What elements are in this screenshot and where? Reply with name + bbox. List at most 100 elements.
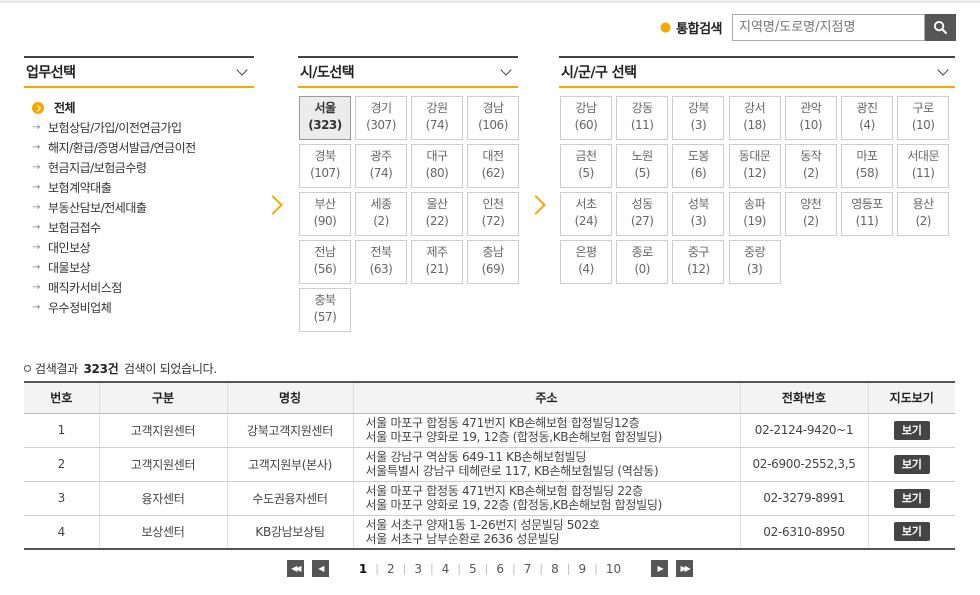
- business-item[interactable]: → 우수정비업체: [32, 298, 254, 318]
- sido-name: 전북: [370, 245, 392, 259]
- sigungu-cell[interactable]: 강북 (3): [672, 96, 725, 140]
- sido-count: (63): [369, 262, 393, 276]
- next-page-button[interactable]: ▶: [651, 560, 669, 577]
- sido-cell[interactable]: 경북 (107): [299, 144, 351, 188]
- sigungu-name: 동대문: [738, 149, 771, 163]
- sido-cell[interactable]: 대구 (80): [411, 144, 463, 188]
- sigungu-cell[interactable]: 금천 (5): [560, 144, 612, 188]
- sigungu-cell[interactable]: 노원 (5): [616, 144, 669, 188]
- sido-count: (69): [481, 262, 505, 276]
- sigungu-cell[interactable]: 동작 (2): [784, 144, 837, 188]
- sido-cell[interactable]: 경기 (307): [355, 96, 407, 140]
- sido-count: (107): [310, 166, 340, 180]
- sigungu-cell[interactable]: 송파 (19): [728, 192, 781, 236]
- sido-name: 경기: [370, 101, 392, 115]
- search-input[interactable]: [732, 14, 925, 41]
- page-link[interactable]: 3: [410, 562, 426, 576]
- page-link[interactable]: 1: [355, 562, 371, 576]
- last-page-button[interactable]: ▶▶: [676, 560, 694, 577]
- cell-name: 고객지원부(본사): [226, 447, 353, 482]
- page-link[interactable]: 4: [438, 562, 454, 576]
- sigungu-count: (10): [911, 118, 935, 132]
- business-item[interactable]: → 보험상담/가입/이전연금가입: [32, 118, 254, 138]
- bullet-icon: ●: [659, 20, 672, 35]
- sigungu-cell[interactable]: 관악 (10): [784, 96, 837, 140]
- business-item[interactable]: → 보험계약대출: [32, 178, 254, 198]
- view-map-button[interactable]: 보기: [893, 454, 930, 474]
- prev-page-button[interactable]: ◀: [311, 560, 329, 577]
- sido-cell[interactable]: 인천 (72): [467, 192, 519, 236]
- sigungu-cell[interactable]: 구로 (10): [897, 96, 950, 140]
- business-item[interactable]: → 매직카서비스점: [32, 278, 254, 298]
- page-link[interactable]: 5: [465, 562, 481, 576]
- sigungu-cell[interactable]: 종로 (0): [616, 240, 669, 284]
- sigungu-cell[interactable]: 동대문 (12): [728, 144, 781, 188]
- business-item[interactable]: → 해지/환급/증명서발급/연금이전: [32, 138, 254, 158]
- first-page-button[interactable]: ◀◀: [286, 560, 304, 577]
- business-item-label: 보험상담/가입/이전연금가입: [48, 121, 182, 135]
- sido-cell[interactable]: 경남 (106): [467, 96, 519, 140]
- page-link[interactable]: 7: [520, 562, 536, 576]
- sigungu-count: (19): [743, 214, 766, 228]
- column-header: 지도보기: [867, 381, 955, 414]
- sigungu-name: 용산: [912, 197, 935, 211]
- business-item[interactable]: → 대물보상: [32, 258, 254, 278]
- sido-cell[interactable]: 제주 (21): [411, 240, 463, 284]
- business-item[interactable]: → 대인보상: [32, 238, 254, 258]
- business-item[interactable]: → 부동산담보/전세대출: [32, 198, 254, 218]
- sido-panel: 시/도선택 서울 (323) 경기 (307) 강원 (74) 경남 (106) 경북 (107)…: [298, 56, 519, 336]
- sido-cell[interactable]: 강원 (74): [411, 96, 463, 140]
- sido-cell[interactable]: 부산 (90): [299, 192, 351, 236]
- sigungu-count: (3): [690, 214, 707, 228]
- sigungu-cell[interactable]: 도봉 (6): [672, 144, 725, 188]
- page-link[interactable]: 6: [492, 562, 508, 576]
- sigungu-cell[interactable]: 강서 (18): [728, 96, 781, 140]
- sigungu-cell[interactable]: 용산 (2): [897, 192, 950, 236]
- sido-cell[interactable]: 울산 (22): [411, 192, 463, 236]
- sigungu-select-header[interactable]: 시/군/구 선택: [559, 56, 955, 88]
- sigungu-cell[interactable]: 중구 (12): [672, 240, 725, 284]
- sigungu-count: (60): [574, 118, 598, 132]
- business-item[interactable]: 전체: [32, 98, 254, 118]
- address-road: 서울특별시 강남구 테헤란로 117, KB손해보험빌딩 (역삼동): [365, 464, 659, 478]
- cell-name: KB강남보상팀: [226, 515, 353, 550]
- view-map-button[interactable]: 보기: [893, 522, 930, 542]
- sido-cell[interactable]: 전북 (63): [355, 240, 407, 284]
- sigungu-cell[interactable]: 중랑 (3): [728, 240, 781, 284]
- page-link[interactable]: 8: [547, 562, 563, 576]
- view-map-button[interactable]: 보기: [893, 488, 930, 508]
- sigungu-cell[interactable]: 영등포 (11): [841, 192, 893, 236]
- sido-cell[interactable]: 서울 (323): [299, 96, 351, 140]
- sido-cell[interactable]: 충북 (57): [299, 288, 351, 332]
- sigungu-cell[interactable]: 양천 (2): [784, 192, 837, 236]
- sigungu-name: 강북: [687, 101, 710, 115]
- page-link[interactable]: 10: [602, 562, 625, 576]
- sido-cell[interactable]: 광주 (74): [355, 144, 407, 188]
- sido-cell[interactable]: 전남 (56): [299, 240, 351, 284]
- view-map-button[interactable]: 보기: [893, 420, 930, 440]
- arrow-circle-icon: [32, 102, 44, 114]
- sigungu-cell[interactable]: 광진 (4): [841, 96, 893, 140]
- sido-select-header[interactable]: 시/도선택: [298, 56, 518, 88]
- sido-cell[interactable]: 충남 (69): [467, 240, 519, 284]
- sigungu-cell[interactable]: 강동 (11): [616, 96, 669, 140]
- cell-address: 서울 서초구 양재1동 1-26번지 성문빌딩 502호 서울 서초구 남부순환로…: [352, 515, 740, 550]
- sigungu-cell[interactable]: 성북 (3): [672, 192, 725, 236]
- page-separator: |: [402, 562, 407, 575]
- sigungu-cell[interactable]: 성동 (27): [616, 192, 669, 236]
- business-item[interactable]: → 보험금접수: [32, 218, 254, 238]
- page-link[interactable]: 2: [383, 562, 399, 576]
- sigungu-cell[interactable]: 강남 (60): [560, 96, 612, 140]
- arrow-right-icon: →: [32, 242, 40, 253]
- business-item[interactable]: → 현금지급/보험금수령: [32, 158, 254, 178]
- sigungu-cell[interactable]: 서대문 (11): [897, 144, 950, 188]
- search-button[interactable]: [925, 14, 956, 41]
- sido-cell[interactable]: 대전 (62): [467, 144, 519, 188]
- sido-cell[interactable]: 세종 (2): [355, 192, 407, 236]
- business-select-header[interactable]: 업무선택: [24, 56, 254, 88]
- sido-name: 대전: [482, 149, 504, 163]
- sigungu-cell[interactable]: 서초 (24): [560, 192, 612, 236]
- sigungu-cell[interactable]: 은평 (4): [560, 240, 612, 284]
- page-link[interactable]: 9: [574, 562, 590, 576]
- sigungu-cell[interactable]: 마포 (58): [841, 144, 893, 188]
